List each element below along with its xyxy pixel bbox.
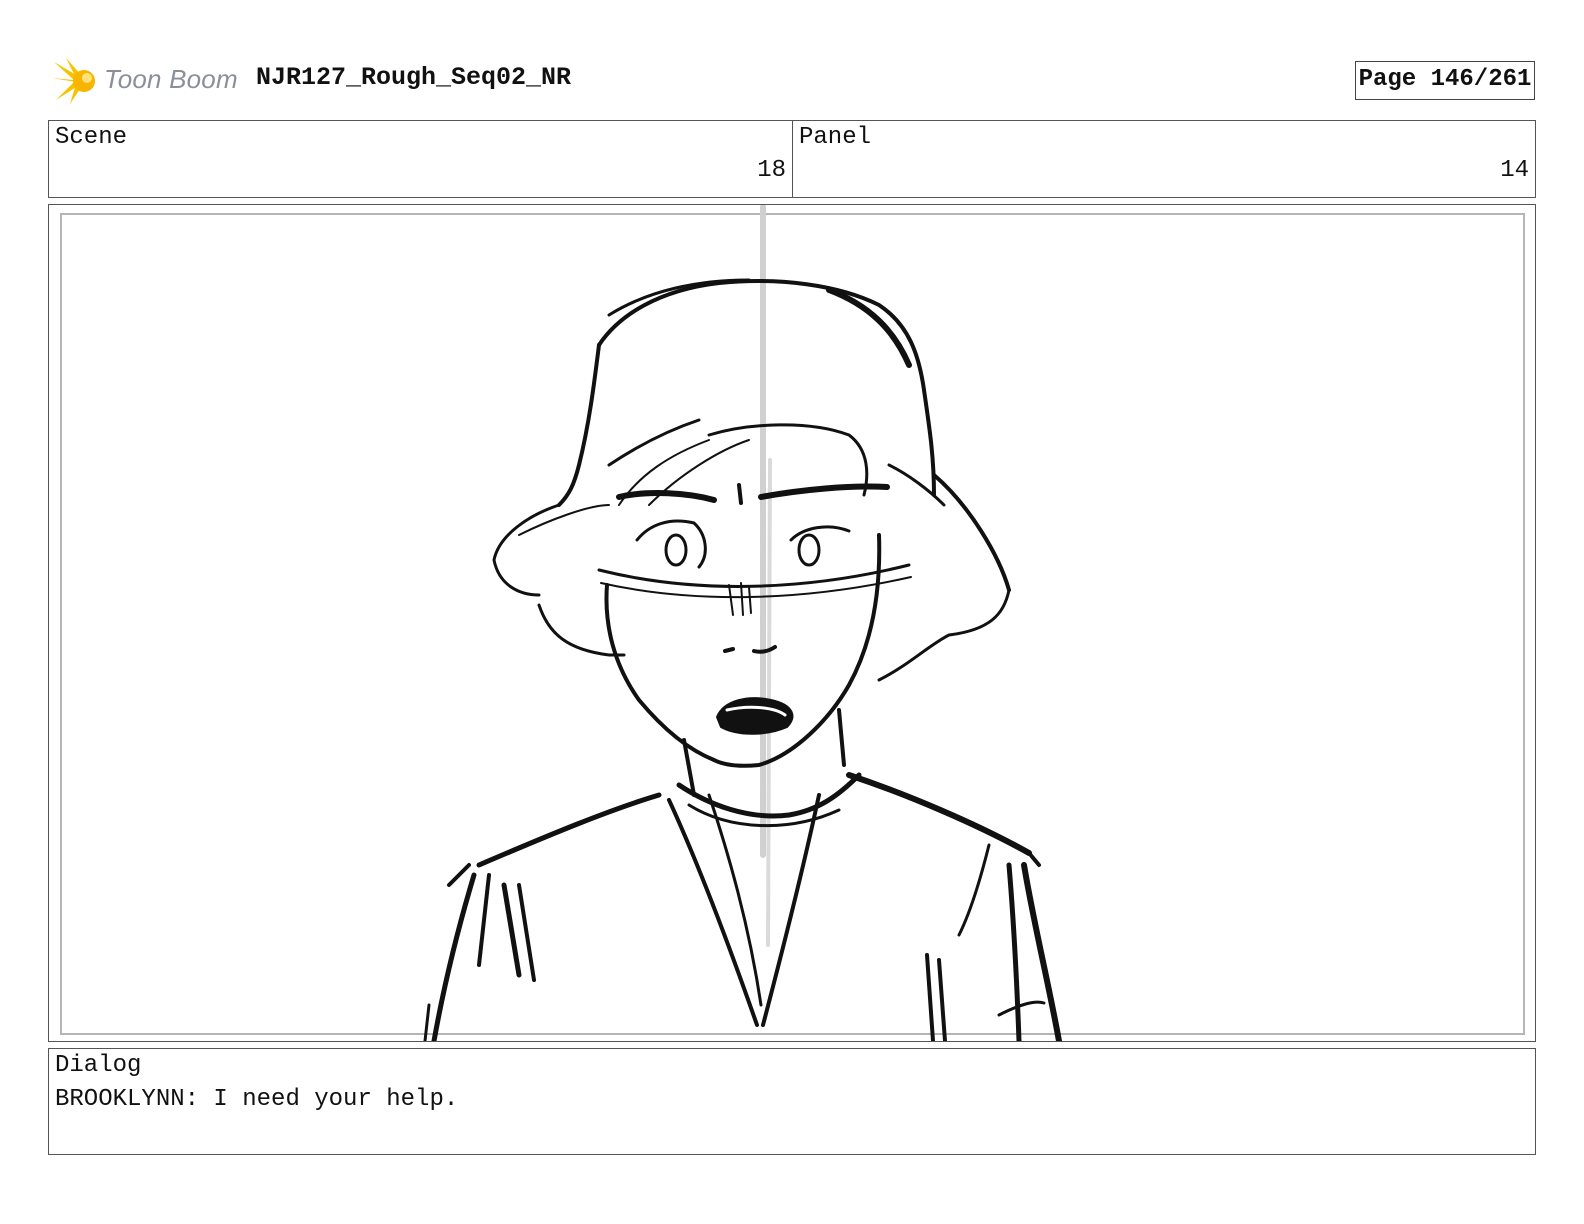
dialog-text: BROOKLYNN: I need your help.	[55, 1086, 459, 1113]
scene-cell: Scene 18	[49, 121, 793, 197]
page-counter: Page 146/261	[1355, 61, 1535, 100]
panel-cell: Panel 14	[793, 121, 1535, 197]
panel-label: Panel	[799, 124, 872, 151]
character-sketch	[423, 205, 1062, 1041]
scene-label: Scene	[55, 124, 128, 151]
scene-number: 18	[757, 157, 786, 184]
project-title: NJR127_Rough_Seq02_NR	[256, 63, 572, 92]
scene-panel-header: Scene 18 Panel 14	[48, 120, 1536, 198]
storyboard-frame	[48, 204, 1536, 1042]
sun-burst-icon	[52, 58, 95, 104]
panel-number: 14	[1500, 157, 1529, 184]
dialog-box: Dialog BROOKLYNN: I need your help.	[48, 1048, 1536, 1155]
toon-boom-logo: Toon Boom	[52, 56, 242, 106]
logo-wordmark: Toon Boom	[104, 64, 238, 94]
dialog-label: Dialog	[55, 1052, 142, 1079]
